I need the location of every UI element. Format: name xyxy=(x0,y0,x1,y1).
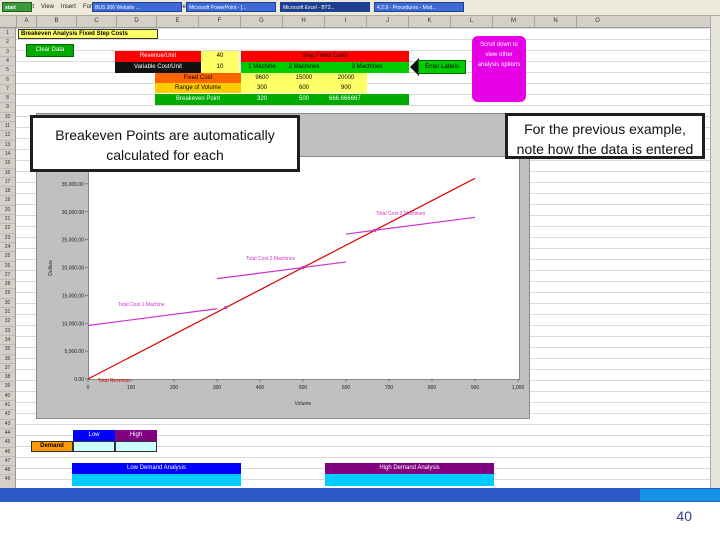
x-tick-label: 100 xyxy=(127,385,136,391)
y-tick-label: 25,000.00 xyxy=(62,238,84,244)
breakeven-chart: 0.00 5,000.00 10,000.00 15,000.00 20,000.00 2… xyxy=(48,177,525,407)
system-tray xyxy=(640,489,720,501)
x-tick-label: 700 xyxy=(385,385,394,391)
x-tick-label: 0 xyxy=(87,385,90,391)
taskbar-item-website[interactable]: BUS 306 Website ... xyxy=(92,2,182,12)
breakeven-marker xyxy=(224,306,228,310)
callout-left: Breakeven Points are automatically calcu… xyxy=(30,115,300,172)
x-tick-label: 900 xyxy=(471,385,480,391)
low-demand-analysis-row xyxy=(72,474,241,486)
series-label: Total Cost 3 Machines xyxy=(376,211,426,217)
demand-label: Demand xyxy=(31,441,73,452)
x-tick-label: 1,000 xyxy=(512,385,525,391)
breakeven-marker xyxy=(373,228,377,232)
series-label: Total Cost 2 Machines xyxy=(246,256,296,262)
series-line xyxy=(87,308,218,327)
series-line xyxy=(87,177,476,380)
x-tick-label: 400 xyxy=(256,385,265,391)
y-tick-label: 15,000.00 xyxy=(62,293,84,299)
series-line xyxy=(216,261,347,280)
taskbar-item-powerpoint[interactable]: Microsoft PowerPoint - [... xyxy=(186,2,276,12)
start-button[interactable]: start xyxy=(2,2,32,12)
taskbar xyxy=(0,488,720,502)
demand-low-value[interactable] xyxy=(73,441,115,452)
demand-high-header: High xyxy=(115,430,157,441)
y-tick-label: 10,000.00 xyxy=(62,321,84,327)
x-tick-label: 300 xyxy=(213,385,222,391)
taskbar-item-procedures[interactable]: 4.2.9 - Procedures - Mod... xyxy=(374,2,464,12)
x-tick-label: 800 xyxy=(428,385,437,391)
x-tick-label: 500 xyxy=(299,385,308,391)
demand-high-value[interactable] xyxy=(115,441,157,452)
x-axis-label: Volume xyxy=(295,401,312,407)
low-demand-analysis-header: Low Demand Analysis xyxy=(72,463,241,474)
high-demand-analysis-row xyxy=(325,474,494,486)
y-tick-label: 5,000.00 xyxy=(65,349,85,355)
high-demand-analysis-header: High Demand Analysis xyxy=(325,463,494,474)
callout-right-text: For the previous example, note how the d… xyxy=(516,121,694,157)
series-label: Total Revenue xyxy=(98,378,130,384)
breakeven-marker xyxy=(301,265,305,270)
demand-low-header: Low xyxy=(73,430,115,441)
x-tick-label: 600 xyxy=(342,385,351,391)
y-tick-label: 20,000.00 xyxy=(62,266,84,272)
taskbar-item-excel[interactable]: Microsoft Excel - BT2... xyxy=(280,2,370,12)
series-label: Total Cost 1 Machine xyxy=(118,302,165,308)
x-tick-label: 200 xyxy=(170,385,179,391)
callout-left-text: Breakeven Points are automatically calcu… xyxy=(55,127,275,163)
y-tick-label: 0.00 xyxy=(74,377,84,383)
y-axis-label: Dollars xyxy=(48,260,54,276)
y-tick-label: 35,000.00 xyxy=(62,182,84,188)
callout-right: For the previous example, note how the d… xyxy=(505,113,705,159)
y-tick-label: 30,000.00 xyxy=(62,210,84,216)
slide-number: 40 xyxy=(676,508,692,524)
series-line xyxy=(345,216,476,235)
